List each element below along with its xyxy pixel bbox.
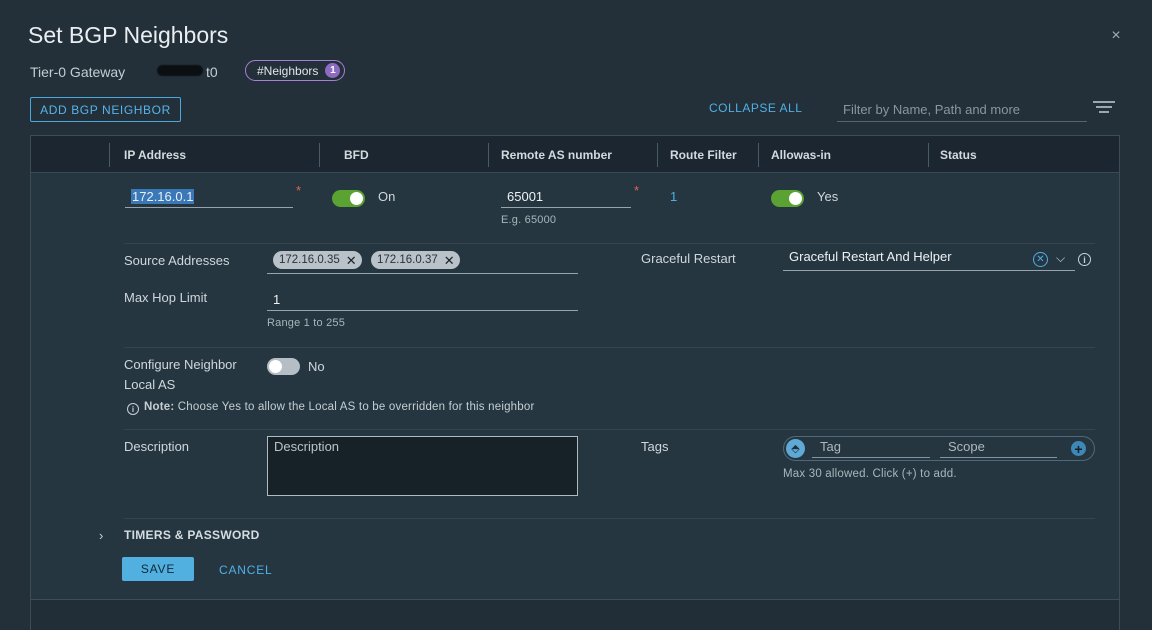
neighbors-pill-label: #Neighbors bbox=[257, 63, 319, 78]
add-bgp-neighbor-button[interactable]: ADD BGP NEIGHBOR bbox=[30, 97, 181, 122]
max-hop-limit-hint: Range 1 to 255 bbox=[267, 317, 346, 329]
timers-password-toggle[interactable]: TIMERS & PASSWORD bbox=[124, 528, 260, 542]
filter-lines-icon[interactable] bbox=[1092, 101, 1116, 117]
max-hop-limit-input[interactable] bbox=[267, 287, 578, 311]
local-as-label-line1: Configure Neighbor bbox=[124, 357, 237, 372]
chip-label: 172.16.0.35 bbox=[279, 254, 340, 266]
note-text: Choose Yes to allow the Local AS to be o… bbox=[174, 401, 535, 413]
redacted-gateway-name bbox=[157, 65, 203, 76]
graceful-restart-select[interactable]: Graceful Restart And Helper bbox=[783, 249, 1075, 271]
note-bold: Note: bbox=[144, 401, 175, 413]
save-button[interactable]: SAVE bbox=[122, 557, 194, 581]
description-label: Description bbox=[124, 439, 190, 454]
neighbors-count-badge: 1 bbox=[325, 63, 341, 78]
required-marker: * bbox=[296, 183, 302, 198]
description-textarea[interactable] bbox=[267, 436, 578, 496]
column-separator bbox=[109, 143, 110, 167]
close-icon[interactable]: × bbox=[1108, 28, 1124, 44]
column-separator bbox=[488, 143, 489, 167]
chevron-down-icon[interactable]: ⌵ bbox=[1056, 251, 1065, 266]
max-hop-limit-value: 1 bbox=[273, 292, 281, 307]
column-header-status[interactable]: Status bbox=[940, 148, 977, 162]
max-hop-limit-label: Max Hop Limit bbox=[124, 290, 208, 305]
graceful-restart-label: Graceful Restart bbox=[641, 251, 736, 266]
remote-as-value: 65001 bbox=[507, 189, 544, 204]
tags-label: Tags bbox=[641, 439, 669, 454]
divider bbox=[124, 347, 1095, 348]
column-header-ip-address[interactable]: IP Address bbox=[124, 148, 186, 162]
local-as-note: Note: Choose Yes to allow the Local AS t… bbox=[144, 401, 535, 413]
chip-label: 172.16.0.37 bbox=[377, 254, 438, 266]
required-marker: * bbox=[634, 183, 640, 198]
tags-hint: Max 30 allowed. Click (+) to add. bbox=[783, 468, 957, 480]
neighbors-grid bbox=[30, 135, 1120, 630]
column-separator bbox=[319, 143, 320, 167]
bfd-toggle[interactable] bbox=[332, 190, 365, 207]
remote-as-hint: E.g. 65000 bbox=[501, 214, 557, 226]
gateway-label: Tier-0 Gateway bbox=[30, 64, 126, 80]
route-filter-link[interactable]: 1 bbox=[670, 189, 677, 204]
divider bbox=[124, 518, 1095, 519]
local-as-label-line2: Local AS bbox=[124, 377, 176, 392]
gateway-name: t0 bbox=[206, 64, 218, 80]
column-header-route-filter[interactable]: Route Filter bbox=[670, 148, 737, 162]
source-address-chip: 172.16.0.37 ✕ bbox=[371, 251, 460, 269]
column-separator bbox=[758, 143, 759, 167]
ip-address-value[interactable]: 172.16.0.1 bbox=[131, 189, 195, 204]
divider bbox=[124, 429, 1095, 430]
filter-input[interactable] bbox=[837, 97, 1087, 122]
clear-selection-icon[interactable]: ✕ bbox=[1033, 252, 1048, 267]
neighbors-count-pill: #Neighbors 1 bbox=[245, 60, 346, 81]
cancel-button[interactable]: CANCEL bbox=[219, 563, 272, 577]
column-header-bfd[interactable]: BFD bbox=[344, 148, 369, 162]
scope-placeholder: Scope bbox=[948, 439, 985, 454]
collapse-all-link[interactable]: COLLAPSE ALL bbox=[709, 101, 802, 115]
source-addresses-label: Source Addresses bbox=[124, 253, 230, 268]
source-address-chip: 172.16.0.35 ✕ bbox=[273, 251, 362, 269]
allowas-in-state: Yes bbox=[817, 189, 839, 204]
column-header-remote-as[interactable]: Remote AS number bbox=[501, 148, 612, 162]
column-separator bbox=[928, 143, 929, 167]
column-header-allowas-in[interactable]: Allowas-in bbox=[771, 148, 831, 162]
allowas-in-toggle[interactable] bbox=[771, 190, 804, 207]
grid-empty-area bbox=[31, 600, 1119, 630]
chip-remove-icon[interactable]: ✕ bbox=[346, 254, 357, 267]
chip-remove-icon[interactable]: ✕ bbox=[444, 254, 455, 267]
divider bbox=[124, 243, 1095, 244]
local-as-toggle[interactable] bbox=[267, 358, 300, 375]
bfd-state: On bbox=[378, 189, 396, 204]
local-as-state: No bbox=[308, 359, 325, 374]
scope-input[interactable]: Scope bbox=[940, 440, 1057, 458]
column-separator bbox=[657, 143, 658, 167]
tag-input[interactable]: Tag bbox=[812, 440, 930, 458]
tag-icon: ⬘ bbox=[786, 439, 805, 458]
info-icon: i bbox=[127, 403, 139, 415]
dialog-title: Set BGP Neighbors bbox=[28, 22, 229, 48]
chevron-right-icon[interactable]: › bbox=[99, 528, 103, 543]
info-icon[interactable]: i bbox=[1078, 253, 1091, 266]
add-tag-icon[interactable]: + bbox=[1071, 441, 1086, 456]
tag-placeholder: Tag bbox=[820, 439, 841, 454]
